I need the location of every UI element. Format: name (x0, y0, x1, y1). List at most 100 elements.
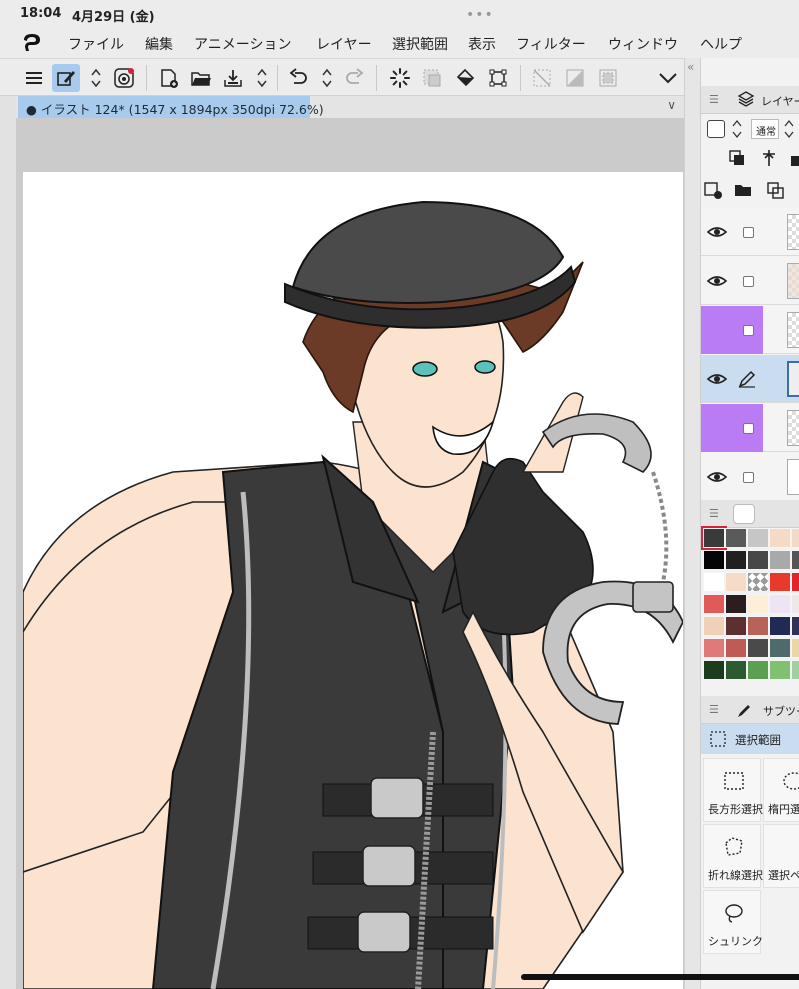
color-swatch[interactable] (703, 616, 725, 636)
visibility-eye-icon[interactable] (705, 269, 729, 293)
hidden-layer-cell[interactable] (701, 306, 733, 354)
color-swatch[interactable] (791, 550, 799, 570)
layer-lock-checkbox[interactable] (733, 404, 763, 452)
redo-icon[interactable] (340, 64, 368, 92)
color-swatch[interactable] (769, 616, 791, 636)
clip-studio-logo-icon[interactable] (20, 32, 44, 54)
clip-to-layer-icon[interactable] (727, 148, 747, 168)
color-swatch[interactable] (703, 660, 725, 680)
layer-row[interactable] (701, 257, 799, 305)
shrink-selection-icon[interactable] (594, 64, 622, 92)
clip-studio-companion-icon[interactable] (110, 64, 138, 92)
document-tab[interactable]: ● イラスト 124* (1547 x 1894px 350dpi 72.6%) (18, 96, 324, 118)
color-swatch[interactable] (791, 660, 799, 680)
hamburger-menu-icon[interactable] (20, 64, 48, 92)
color-swatch[interactable] (791, 528, 799, 548)
color-swatch[interactable] (725, 616, 747, 636)
visibility-eye-icon[interactable] (705, 220, 729, 244)
color-swatch[interactable] (769, 528, 791, 548)
visibility-eye-icon[interactable] (705, 465, 729, 489)
hidden-layer-cell[interactable] (701, 404, 733, 452)
color-swatch[interactable] (747, 594, 769, 614)
layer-lock-checkbox[interactable] (733, 257, 763, 305)
layer-lock-checkbox[interactable] (733, 306, 763, 354)
menu-layer[interactable]: レイヤー (316, 34, 372, 54)
color-swatch[interactable] (747, 638, 769, 658)
stepper-icon[interactable] (320, 65, 334, 91)
color-swatch[interactable] (791, 638, 799, 658)
color-swatch[interactable] (703, 638, 725, 658)
left-panel-gutter[interactable] (0, 58, 16, 989)
tab-list-chevron-icon[interactable]: ∨ (667, 98, 676, 112)
illustration-canvas[interactable] (23, 172, 683, 989)
menu-window[interactable]: ウィンドウ (608, 34, 678, 54)
stepper-icon[interactable] (89, 65, 103, 91)
layer-palette-tab[interactable]: ☰ レイヤー (701, 86, 799, 114)
layer-row[interactable] (701, 453, 799, 501)
color-swatch[interactable] (791, 572, 799, 592)
menu-edit[interactable]: 編集 (145, 34, 173, 54)
subtool-group-header[interactable]: 選択範囲 (701, 724, 799, 754)
color-set-palette-tab[interactable]: ☰ (701, 500, 799, 528)
chevron-down-icon[interactable] (654, 64, 682, 92)
panel-divider[interactable]: « (684, 58, 700, 989)
menu-filter[interactable]: フィルター (516, 34, 586, 54)
color-swatch[interactable] (747, 660, 769, 680)
color-swatch[interactable] (747, 550, 769, 570)
transform-icon[interactable] (484, 64, 512, 92)
color-swatch[interactable] (791, 616, 799, 636)
multitasking-dots[interactable]: ••• (466, 7, 494, 23)
color-swatch[interactable] (769, 594, 791, 614)
visibility-eye-icon[interactable] (705, 367, 729, 391)
new-canvas-icon[interactable] (155, 64, 183, 92)
shrink-selection-tool[interactable]: シュリンク (703, 890, 763, 954)
open-folder-icon[interactable] (187, 64, 215, 92)
menu-animation[interactable]: アニメーション (194, 34, 291, 54)
edit-mode-icon[interactable] (52, 64, 80, 92)
color-swatch[interactable] (725, 594, 747, 614)
color-swatch[interactable] (769, 660, 791, 680)
color-swatch[interactable] (747, 616, 769, 636)
clear-selection-icon[interactable] (418, 64, 446, 92)
color-swatch[interactable] (703, 594, 725, 614)
layer-row-selected[interactable] (701, 355, 799, 403)
new-folder-icon[interactable] (733, 180, 753, 200)
undo-icon[interactable] (285, 64, 313, 92)
layer-row[interactable] (701, 208, 799, 256)
layer-color-box[interactable] (707, 120, 725, 138)
layer-lock-checkbox[interactable] (733, 208, 763, 256)
lock-icon[interactable] (789, 148, 799, 168)
expand-selection-icon[interactable] (561, 64, 589, 92)
selection-pen-tool[interactable]: 選択ペン (763, 824, 799, 888)
color-swatch[interactable] (701, 526, 727, 550)
subtool-palette-tab[interactable]: ☰ サブツー (701, 696, 799, 724)
color-swatch[interactable] (791, 594, 799, 614)
blend-mode-select[interactable]: 通常 (751, 119, 779, 139)
rectangle-selection-tool[interactable]: 長方形選択 (703, 758, 763, 822)
layer-lock-checkbox[interactable] (733, 453, 763, 501)
invert-selection-icon[interactable] (528, 64, 556, 92)
save-icon[interactable] (219, 64, 247, 92)
menu-view[interactable]: 表示 (468, 34, 496, 54)
palette-grip-icon[interactable]: ☰ (709, 703, 719, 716)
ellipse-selection-tool[interactable]: 楕円選択 (763, 758, 799, 822)
color-swatch[interactable] (769, 572, 791, 592)
menu-help[interactable]: ヘルプ (700, 34, 742, 54)
color-swatch[interactable] (725, 638, 747, 658)
polyline-selection-tool[interactable]: 折れ線選択 (703, 824, 763, 888)
color-swatch[interactable] (725, 528, 747, 548)
color-swatch[interactable] (703, 550, 725, 570)
color-swatch[interactable] (725, 550, 747, 570)
palette-grip-icon[interactable]: ☰ (709, 507, 719, 520)
fill-bucket-icon[interactable] (451, 64, 479, 92)
color-swatch[interactable] (725, 572, 747, 592)
color-swatch[interactable] (769, 638, 791, 658)
stepper-icon[interactable] (731, 118, 743, 140)
color-swatch[interactable] (725, 660, 747, 680)
color-swatch[interactable] (747, 572, 769, 592)
reference-layer-icon[interactable] (759, 148, 779, 168)
merge-layer-icon[interactable] (765, 180, 785, 200)
menu-file[interactable]: ファイル (68, 34, 124, 54)
collapse-right-chevron-icon[interactable]: « (687, 60, 694, 74)
stepper-icon[interactable] (783, 118, 795, 140)
